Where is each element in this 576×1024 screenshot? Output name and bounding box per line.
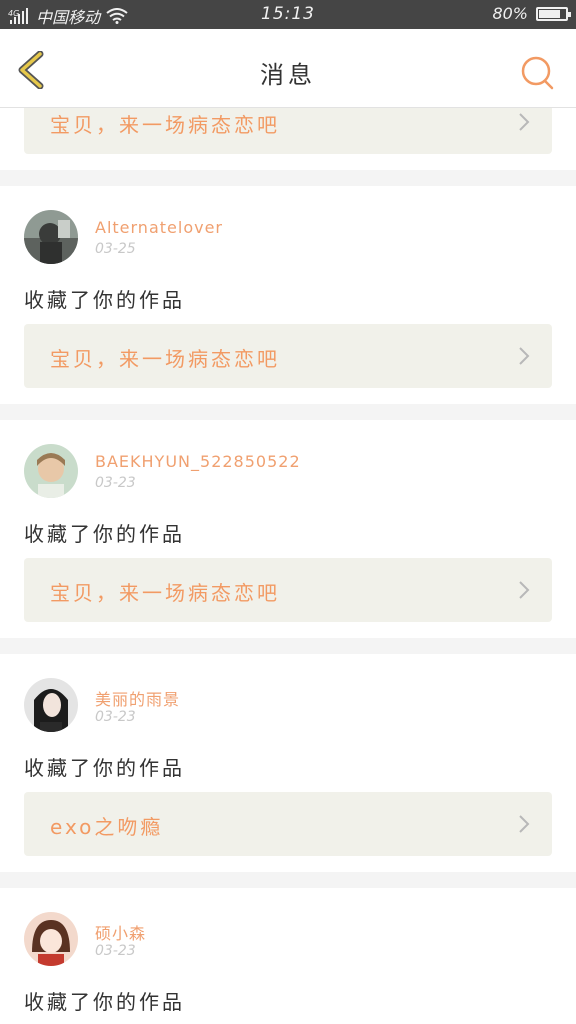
username[interactable]: 硕小森 <box>95 920 146 944</box>
work-link[interactable]: 宝贝，来一场病态恋吧 <box>24 558 552 622</box>
date: 03-25 <box>95 241 136 257</box>
avatar[interactable] <box>24 912 78 966</box>
work-link[interactable]: 宝贝，来一场病态恋吧 <box>24 108 552 154</box>
action-text: 收藏了你的作品 <box>24 990 185 1014</box>
chevron-right-icon <box>519 581 530 599</box>
work-link[interactable]: exo之吻瘾 <box>24 792 552 856</box>
message-list[interactable]: 宝贝，来一场病态恋吧 Alternatelover 03-25 收藏了你的作品 … <box>0 108 576 1024</box>
work-title: 宝贝，来一场病态恋吧 <box>50 113 280 137</box>
date: 03-23 <box>95 709 136 725</box>
search-icon[interactable] <box>520 55 556 91</box>
username[interactable]: Alternatelover <box>95 218 223 237</box>
avatar[interactable] <box>24 444 78 498</box>
action-text: 收藏了你的作品 <box>24 756 185 780</box>
chevron-right-icon <box>519 815 530 833</box>
message-card: BAEKHYUN_522850522 03-23 收藏了你的作品 宝贝，来一场病… <box>0 420 576 638</box>
work-title: 宝贝，来一场病态恋吧 <box>50 347 280 371</box>
avatar[interactable] <box>24 678 78 732</box>
avatar[interactable] <box>24 210 78 264</box>
status-right: 80% <box>492 4 571 23</box>
chevron-right-icon <box>519 347 530 365</box>
work-title: exo之吻瘾 <box>50 815 164 839</box>
username[interactable]: 美丽的雨景 <box>95 686 180 710</box>
clock: 15:13 <box>261 4 315 24</box>
action-text: 收藏了你的作品 <box>24 522 185 546</box>
message-card: 美丽的雨景 03-23 收藏了你的作品 exo之吻瘾 <box>0 654 576 872</box>
date: 03-23 <box>95 475 136 491</box>
top-navigation-bar: 消息 <box>0 29 576 108</box>
status-bar: 4G 中国移动 15:13 80% <box>0 0 576 29</box>
battery-percent: 80% <box>492 4 528 23</box>
page-title: 消息 <box>260 61 316 89</box>
work-link[interactable]: 宝贝，来一场病态恋吧 <box>24 324 552 388</box>
battery-icon <box>536 6 571 21</box>
message-card: Alternatelover 03-25 收藏了你的作品 宝贝，来一场病态恋吧 <box>0 186 576 404</box>
username[interactable]: BAEKHYUN_522850522 <box>95 452 301 471</box>
action-text: 收藏了你的作品 <box>24 288 185 312</box>
message-card: 宝贝，来一场病态恋吧 <box>0 108 576 170</box>
message-card: 硕小森 03-23 收藏了你的作品 <box>0 888 576 1024</box>
work-title: 宝贝，来一场病态恋吧 <box>50 581 280 605</box>
battery-level-fill <box>539 9 560 18</box>
date: 03-23 <box>95 943 136 959</box>
chevron-right-icon <box>519 113 530 131</box>
